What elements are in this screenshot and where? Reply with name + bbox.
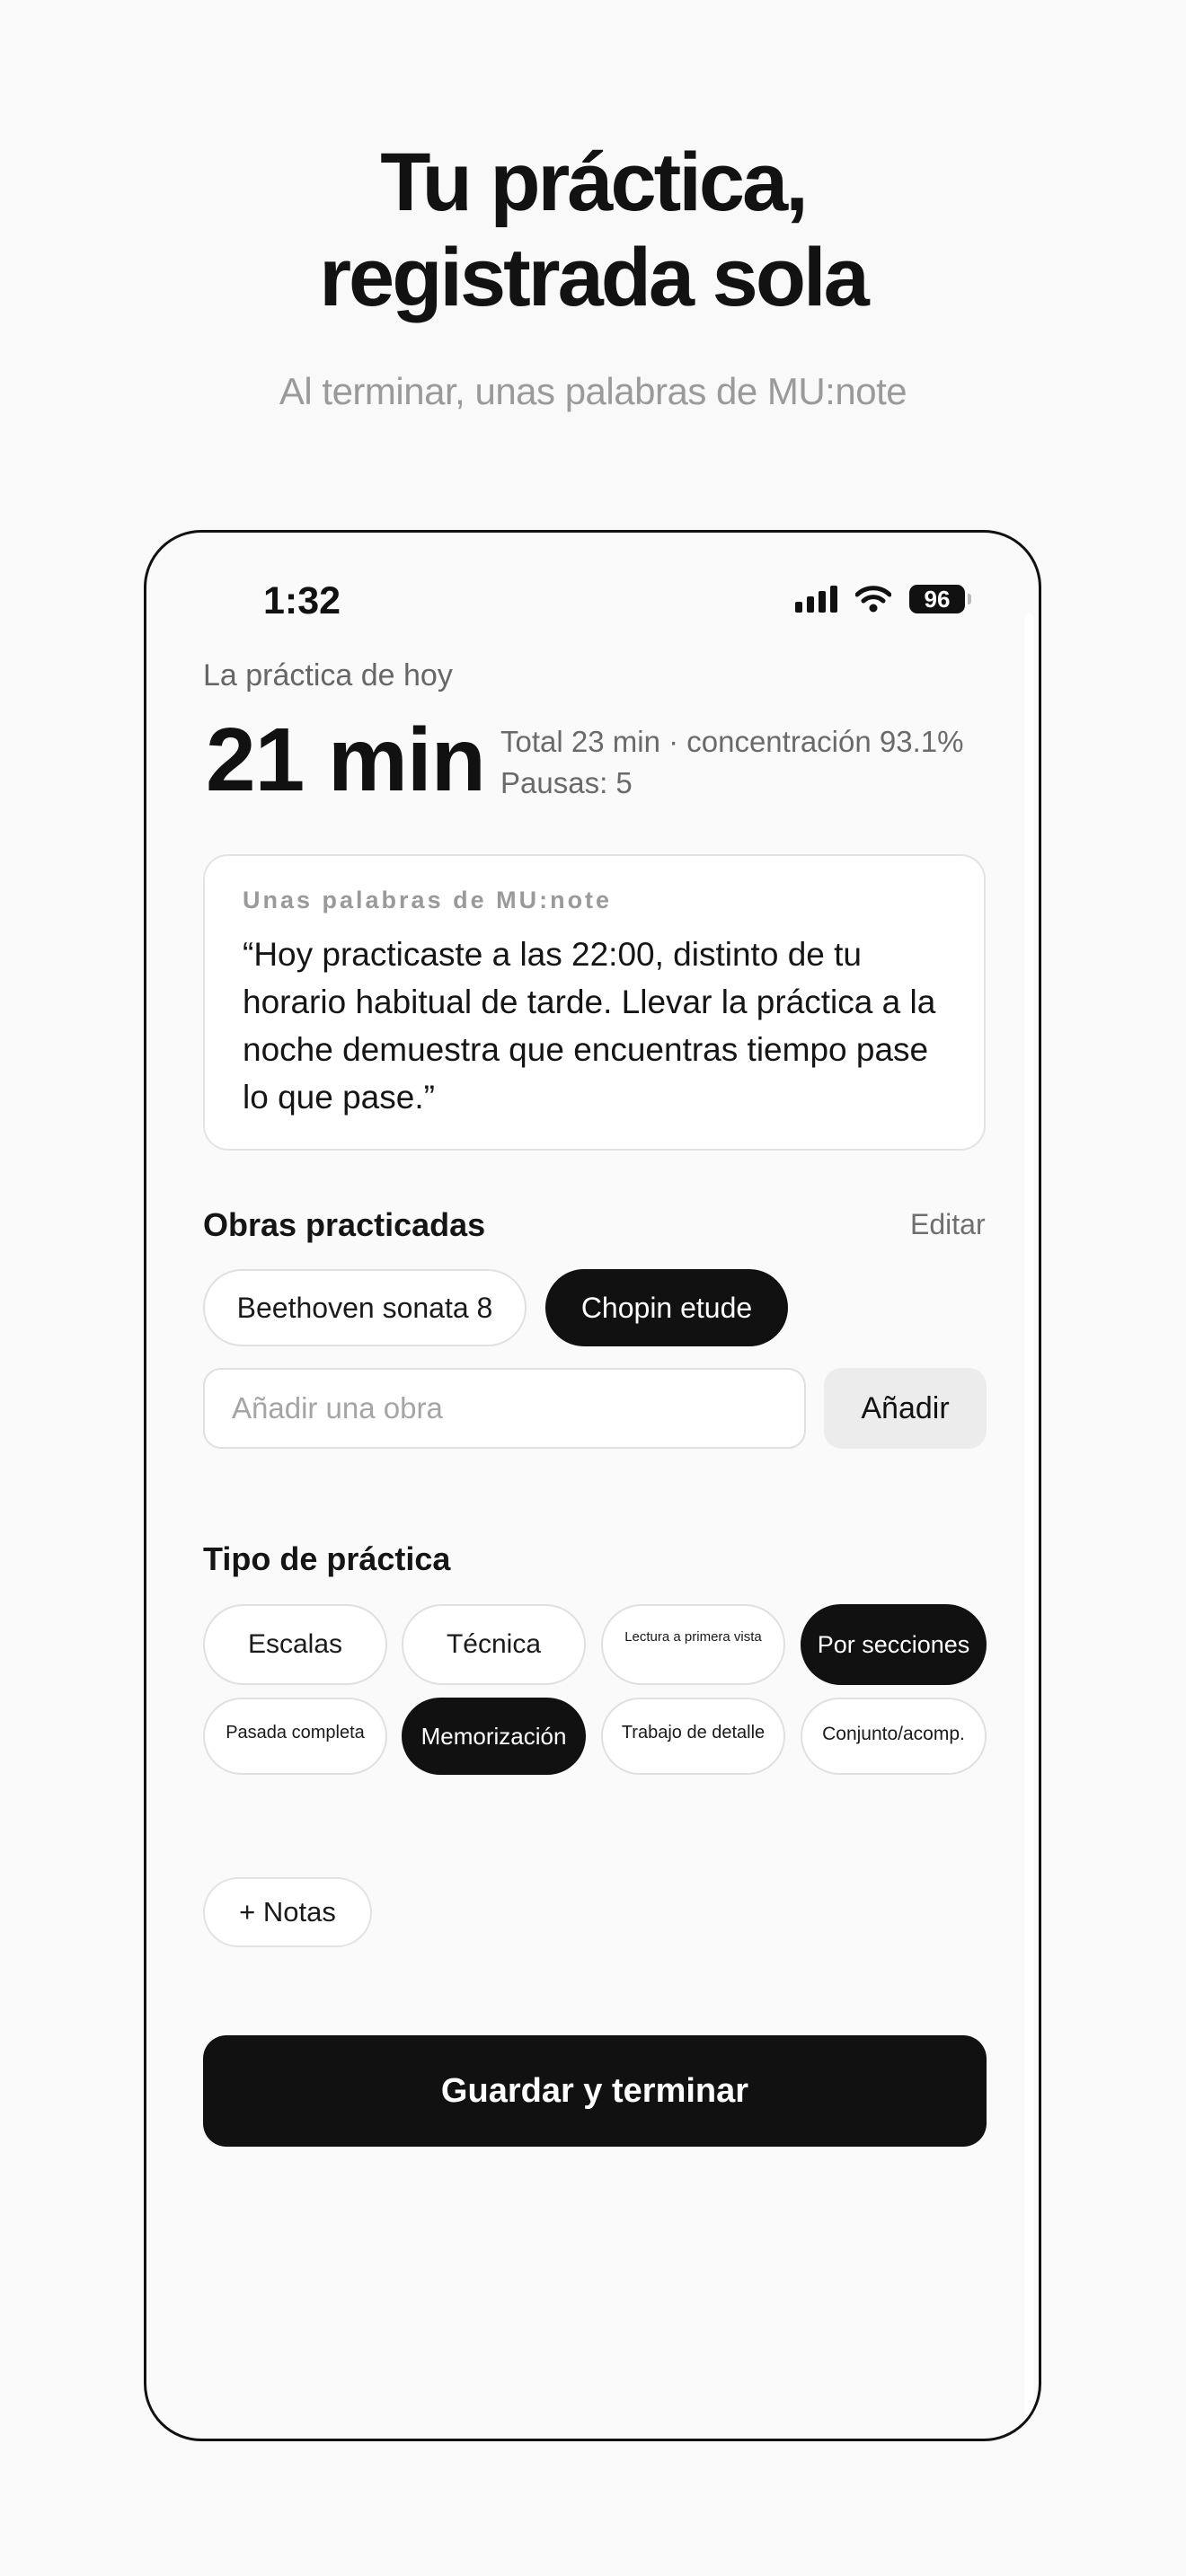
mu-note-title: Unas palabras de MU:note (243, 887, 613, 913)
mu-note-text: “Hoy practicaste a las 22:00, distinto d… (243, 936, 936, 1116)
wifi-icon (855, 586, 891, 613)
type-chip-pasada[interactable]: Pasada completa (203, 1698, 387, 1775)
type-chip-conjunto[interactable]: Conjunto/acomp. (801, 1698, 987, 1775)
add-notes-button[interactable]: + Notas (203, 1877, 372, 1947)
scroll-edge (1024, 613, 1033, 2419)
battery-cap (968, 594, 971, 604)
hero-title-line1: Tu práctica, (380, 137, 809, 228)
battery-icon: 96 (909, 585, 971, 613)
add-piece-input[interactable] (203, 1368, 806, 1449)
type-chip-detalle[interactable]: Trabajo de detalle (601, 1698, 785, 1775)
today-label: La práctica de hoy (203, 658, 453, 693)
piece-chip-chopin[interactable]: Chopin etude (545, 1269, 788, 1346)
status-time: 1:32 (263, 579, 341, 622)
type-chip-lectura[interactable]: Lectura a primera vista (601, 1604, 785, 1685)
battery-level: 96 (924, 586, 951, 613)
hero-title-line2: registrada sola (319, 232, 870, 323)
piece-chip-beethoven[interactable]: Beethoven sonata 8 (203, 1269, 527, 1346)
practice-type-title: Tipo de práctica (203, 1540, 451, 1577)
stats-total: Total 23 min · concentración 93.1% (500, 725, 964, 758)
stats-pauses: Pausas: 5 (500, 766, 633, 799)
practice-minutes: 21 min (206, 710, 486, 810)
type-chip-escalas[interactable]: Escalas (203, 1604, 387, 1685)
hero-title: Tu práctica, registrada sola (0, 135, 1186, 325)
type-chip-secciones[interactable]: Por secciones (801, 1604, 987, 1685)
mu-note-card: Unas palabras de MU:note “Hoy practicast… (203, 854, 986, 1151)
pieces-title: Obras practicadas (203, 1206, 486, 1243)
hero-subtitle: Al terminar, unas palabras de MU:note (279, 370, 907, 412)
edit-pieces-link[interactable]: Editar (910, 1208, 986, 1241)
save-and-finish-button[interactable]: Guardar y terminar (203, 2035, 987, 2147)
add-piece-button[interactable]: Añadir (824, 1368, 987, 1449)
phone-frame: 1:32 96 La práctica de hoy 21 min Total … (144, 530, 1041, 2441)
type-chip-tecnica[interactable]: Técnica (402, 1604, 586, 1685)
practice-stats: Total 23 min · concentración 93.1% Pausa… (500, 721, 963, 804)
status-icons: 96 (795, 585, 971, 613)
type-chip-memorizacion[interactable]: Memorización (402, 1698, 586, 1775)
signal-icon (795, 586, 837, 613)
